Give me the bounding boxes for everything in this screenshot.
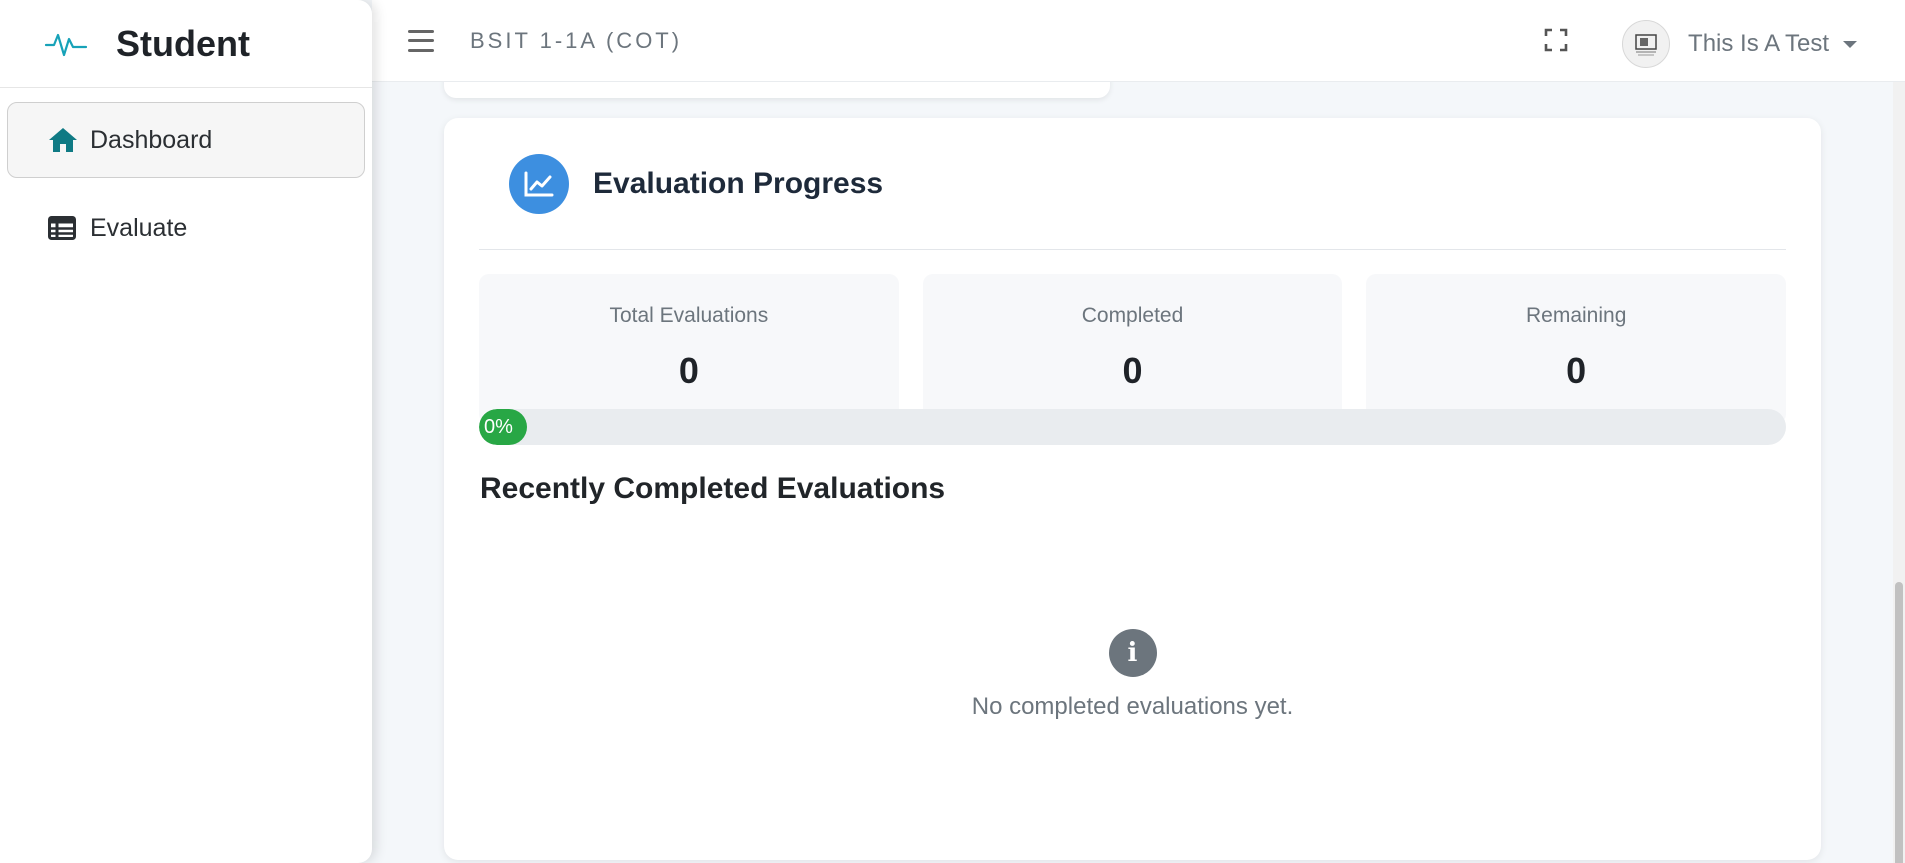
table-icon [48, 214, 80, 242]
card-header: Evaluation Progress [479, 118, 1786, 250]
info-icon: i [1108, 629, 1157, 677]
user-name: This Is A Test [1688, 30, 1829, 57]
stat-total-evaluations: Total Evaluations 0 [479, 274, 899, 424]
stat-label: Completed [1081, 304, 1184, 327]
stat-remaining: Remaining 0 [1366, 274, 1787, 424]
sidebar-item-label: Evaluate [90, 213, 188, 242]
stats-row: Total Evaluations 0 Completed 0 Remainin… [479, 274, 1787, 424]
user-menu[interactable]: This Is A Test [1622, 20, 1857, 68]
scrollbar-thumb[interactable] [1895, 582, 1903, 863]
heartbeat-icon [44, 27, 88, 61]
sidebar: Student Dashboard Evaluate [0, 0, 372, 863]
scrollbar[interactable] [1893, 82, 1905, 863]
progress-track: 0% [479, 409, 1786, 445]
chevron-down-icon [1843, 40, 1857, 48]
stat-label: Remaining [1525, 304, 1627, 327]
sidebar-item-evaluate[interactable]: Evaluate [7, 190, 365, 266]
sidebar-item-label: Dashboard [90, 125, 213, 154]
sidebar-item-dashboard[interactable]: Dashboard [7, 102, 365, 178]
card-title: Evaluation Progress [593, 166, 884, 200]
topbar: BSIT 1-1A (COT) This Is A Test [372, 0, 1905, 82]
progress-bar: 0% [479, 409, 527, 445]
stat-completed: Completed 0 [922, 274, 1343, 424]
avatar[interactable] [1622, 20, 1671, 68]
home-icon [48, 126, 80, 154]
brand-name: Student [116, 22, 250, 64]
chart-line-icon [509, 153, 569, 214]
recent-evaluations-title: Recently Completed Evaluations [480, 472, 946, 505]
empty-state: i No completed evaluations yet. [372, 629, 1893, 721]
evaluation-progress-card: Evaluation Progress Total Evaluations 0 … [444, 118, 1821, 860]
stat-value: 0 [1122, 350, 1143, 391]
previous-card [444, 82, 1110, 98]
page-title: BSIT 1-1A (COT) [470, 27, 683, 53]
sidebar-nav: Dashboard Evaluate [0, 88, 372, 266]
stat-value: 0 [678, 350, 699, 391]
empty-message: No completed evaluations yet. [971, 693, 1294, 720]
stat-value: 0 [1566, 350, 1587, 391]
brand[interactable]: Student [0, 0, 372, 88]
stat-label: Total Evaluations [609, 304, 769, 327]
fullscreen-icon[interactable] [1544, 28, 1568, 52]
hamburger-menu-icon[interactable] [408, 29, 434, 52]
main-content: Evaluation Progress Total Evaluations 0 … [372, 82, 1893, 863]
app-root: Student Dashboard Evaluate BSIT 1-1A (CO… [0, 0, 1905, 863]
